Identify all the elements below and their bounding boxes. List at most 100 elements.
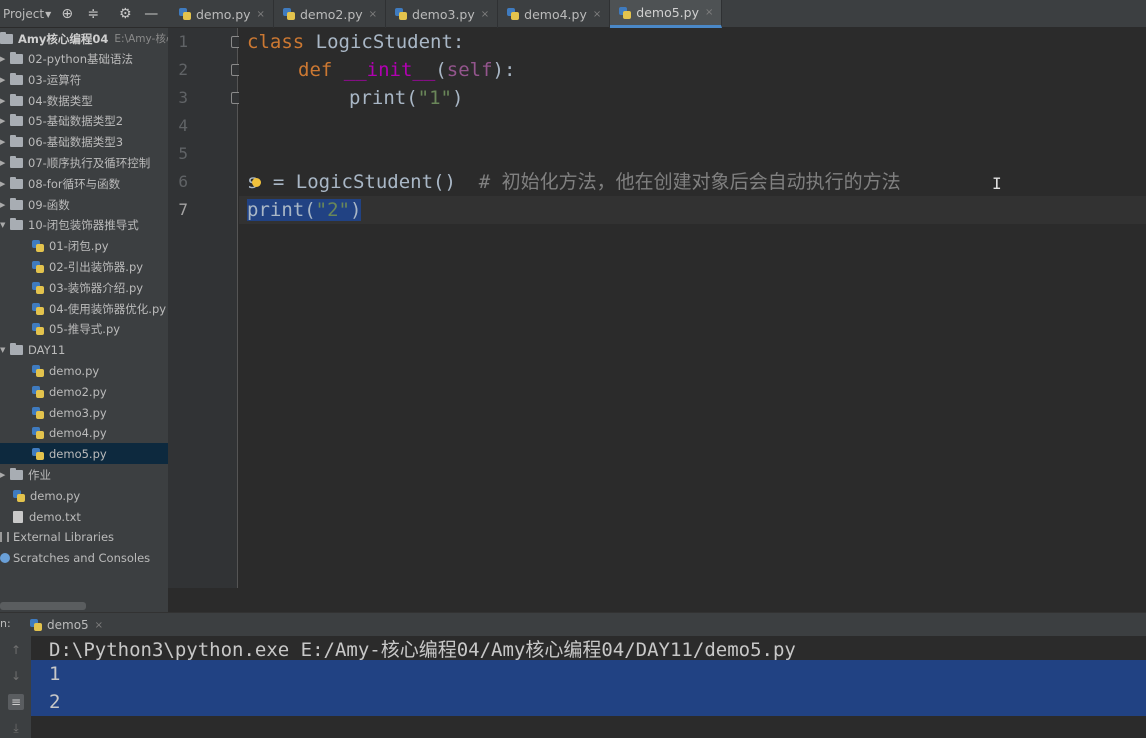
- folder-icon: [10, 217, 23, 230]
- sidebar-scrollbar[interactable]: [0, 602, 86, 610]
- chevron-right-icon: ▶: [0, 200, 6, 209]
- tree-folder[interactable]: ▶ 09-函数: [0, 194, 70, 215]
- folder-icon: [10, 93, 23, 106]
- line-number: 1: [178, 32, 188, 51]
- minimize-icon[interactable]: —: [141, 4, 161, 24]
- python-file-icon: [32, 239, 44, 252]
- line-number: 4: [178, 116, 188, 135]
- tree-folder[interactable]: ▶ 03-运算符: [0, 69, 81, 90]
- tree-folder[interactable]: ▶ 07-顺序执行及循环控制: [0, 152, 150, 173]
- tree-file[interactable]: demo2.py: [32, 381, 107, 402]
- close-icon[interactable]: ×: [705, 7, 713, 18]
- chevron-right-icon: ▶: [0, 96, 6, 105]
- code-line-current: print("2"): [239, 196, 1146, 224]
- tab-demo5[interactable]: demo5.py ×: [610, 0, 723, 28]
- gear-icon[interactable]: ⚙: [115, 4, 135, 24]
- python-file-icon: [32, 322, 44, 335]
- crosshair-icon[interactable]: ⊕: [57, 4, 77, 24]
- line-number: 3: [178, 88, 188, 107]
- python-file-icon: [32, 406, 44, 419]
- code-editor[interactable]: class LogicStudent: def __init__(self): …: [239, 28, 1146, 588]
- close-icon[interactable]: ×: [593, 9, 601, 20]
- tree-folder[interactable]: ▶ 02-python基础语法: [0, 48, 133, 69]
- tab-demo2[interactable]: demo2.py ×: [274, 0, 387, 28]
- python-file-icon: [13, 489, 25, 502]
- tab-demo3[interactable]: demo3.py ×: [386, 0, 499, 28]
- tree-external-libraries[interactable]: External Libraries: [0, 526, 114, 547]
- tree-file[interactable]: demo4.py: [32, 422, 107, 443]
- soft-wrap-icon[interactable]: ≡: [8, 694, 24, 710]
- python-file-icon: [507, 8, 520, 20]
- tree-file[interactable]: 01-闭包.py: [32, 235, 109, 256]
- tree-file[interactable]: demo3.py: [32, 402, 107, 423]
- tree-file[interactable]: 04-使用装饰器优化.py: [32, 298, 166, 319]
- python-file-icon: [32, 447, 44, 460]
- python-file-icon: [32, 260, 44, 273]
- tree-folder[interactable]: ▶ 04-数据类型: [0, 90, 93, 111]
- folder-icon: [10, 134, 23, 147]
- code-line: class LogicStudent:: [247, 31, 465, 53]
- scroll-to-end-icon[interactable]: ⤓: [8, 720, 24, 736]
- tree-file[interactable]: 02-引出装饰器.py: [32, 256, 143, 277]
- chevron-down-icon: ▼: [0, 345, 6, 354]
- text-cursor-icon: I: [992, 174, 1002, 193]
- tree-file-selected[interactable]: demo5.py: [0, 443, 168, 464]
- library-icon: [0, 531, 9, 542]
- chevron-right-icon: ▶: [0, 116, 6, 125]
- python-file-icon: [395, 8, 408, 20]
- project-tree: Amy核心编程04E:\Amy-核心 ▶02-python基础语法 ▶03-运算…: [0, 28, 168, 612]
- tree-file[interactable]: 05-推导式.py: [32, 318, 120, 339]
- folder-icon: [10, 176, 23, 189]
- python-file-icon: [30, 619, 42, 631]
- tab-demo[interactable]: demo.py ×: [170, 0, 274, 28]
- console-output-line: 2: [31, 688, 1146, 716]
- run-console[interactable]: D:\Python3\python.exe E:/Amy-核心编程04/Amy核…: [31, 636, 1146, 738]
- python-file-icon: [619, 6, 632, 19]
- tree-root[interactable]: Amy核心编程04E:\Amy-核心: [0, 28, 168, 49]
- python-file-icon: [32, 302, 44, 315]
- close-icon[interactable]: ×: [257, 9, 265, 20]
- tab-demo4[interactable]: demo4.py ×: [498, 0, 611, 28]
- tree-folder[interactable]: ▶ 作业: [0, 464, 51, 485]
- run-panel-header: n: demo5 ×: [0, 612, 1146, 636]
- tree-file[interactable]: demo.py: [13, 485, 80, 506]
- tree-folder-open[interactable]: ▼ DAY11: [0, 339, 65, 360]
- run-tab-demo5[interactable]: demo5 ×: [24, 613, 109, 637]
- line-number: 5: [178, 144, 188, 163]
- close-icon[interactable]: ×: [95, 620, 103, 631]
- python-file-icon: [32, 364, 44, 377]
- editor-tabs: demo.py × demo2.py × demo3.py × demo4.py × d…: [170, 0, 723, 28]
- python-file-icon: [32, 281, 44, 294]
- folder-icon: [10, 467, 23, 480]
- python-file-icon: [282, 8, 295, 20]
- console-output-line: 1: [31, 660, 1146, 688]
- code-line: print("1"): [349, 87, 464, 109]
- run-toolbar: ↑ ↓ ≡ ⤓: [0, 636, 31, 738]
- python-file-icon: [32, 385, 44, 398]
- tree-file[interactable]: demo.txt: [13, 506, 81, 527]
- tree-folder[interactable]: ▶ 08-for循环与函数: [0, 173, 120, 194]
- line-number: 2: [178, 60, 188, 79]
- project-view-selector[interactable]: Project ▼: [0, 7, 51, 21]
- close-icon[interactable]: ×: [369, 9, 377, 20]
- text-file-icon: [13, 510, 23, 523]
- tree-file[interactable]: demo.py: [32, 360, 99, 381]
- folder-icon: [10, 155, 23, 168]
- chevron-down-icon: ▼: [0, 220, 6, 229]
- tree-folder-open[interactable]: ▼ 10-闭包装饰器推导式: [0, 214, 139, 235]
- chevron-right-icon: ▶: [0, 75, 6, 84]
- folder-icon: [0, 31, 13, 44]
- tree-file[interactable]: 03-装饰器介绍.py: [32, 277, 143, 298]
- tree-folder[interactable]: ▶ 06-基础数据类型3: [0, 131, 123, 152]
- tree-scratches[interactable]: Scratches and Consoles: [0, 547, 150, 568]
- arrow-down-icon[interactable]: ↓: [8, 668, 24, 684]
- chevron-right-icon: ▶: [0, 54, 6, 63]
- tree-folder[interactable]: ▶ 05-基础数据类型2: [0, 110, 123, 131]
- caret-down-icon: ▼: [45, 9, 52, 19]
- close-icon[interactable]: ×: [481, 9, 489, 20]
- chevron-right-icon: ▶: [0, 158, 6, 167]
- code-line: s = LogicStudent() # 初始化方法，他在创建对象后会自动执行的…: [239, 168, 1146, 196]
- arrow-up-icon[interactable]: ↑: [8, 642, 24, 658]
- collapse-icon[interactable]: ≑: [83, 4, 103, 24]
- line-number: 7: [178, 200, 188, 219]
